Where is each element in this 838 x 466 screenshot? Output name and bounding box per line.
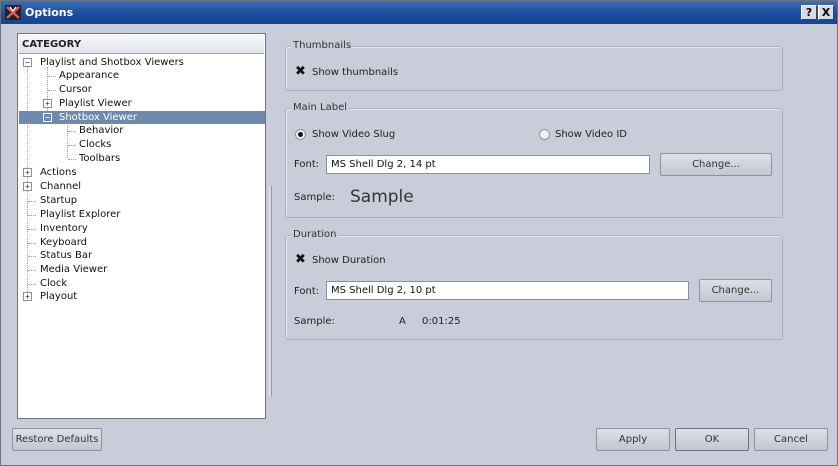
tree-item-inventory[interactable]: Inventory (40, 222, 88, 235)
tree-item-startup[interactable]: Startup (40, 194, 77, 207)
help-button[interactable]: ? (801, 5, 817, 20)
tree-item-label: Status Bar (40, 250, 93, 261)
main-sample-text: Sample (350, 187, 414, 207)
tree-item-label: Clocks (79, 139, 112, 150)
thumbnails-group-title: Thumbnails (291, 40, 354, 51)
tree-item-label: Actions (40, 167, 77, 178)
duration-sample-a: A (399, 316, 406, 327)
main-font-label: Font: (294, 159, 320, 170)
tree-item-shotbox-viewer[interactable]: − Shotbox Viewer (19, 111, 265, 124)
close-button[interactable]: X (818, 5, 834, 20)
window-title: Options (25, 6, 74, 19)
tree-item-label: Playlist Viewer (59, 98, 132, 109)
main-sample-label: Sample: (294, 192, 335, 203)
duration-font-field[interactable]: MS Shell Dlg 2, 10 pt (326, 281, 689, 300)
restore-defaults-button[interactable]: Restore Defaults (12, 428, 102, 451)
tree-connector (67, 122, 68, 158)
collapse-icon[interactable]: − (43, 113, 52, 122)
title-bar: Options ? X (1, 1, 837, 24)
tree-item-label: Behavior (79, 125, 124, 136)
tree-item-label: Appearance (59, 70, 120, 81)
tree-item-keyboard[interactable]: Keyboard (40, 236, 87, 249)
main-label-group-title: Main Label (291, 102, 350, 113)
expand-icon[interactable]: + (23, 182, 32, 191)
tree-item-label: Toolbars (79, 153, 121, 164)
options-dialog: Options ? X CATEGORY − Playlist and Shot… (0, 0, 838, 466)
tree-item-label: Startup (40, 195, 78, 206)
show-video-slug-label[interactable]: Show Video Slug (312, 129, 395, 140)
tree-item-label: Shotbox Viewer (59, 112, 137, 123)
tree-item-label: Inventory (40, 223, 88, 234)
tree-item-clock[interactable]: Clock (40, 277, 67, 290)
check-icon[interactable]: ✖ (295, 253, 307, 266)
expand-icon[interactable]: + (43, 99, 52, 108)
ok-button[interactable]: OK (675, 428, 749, 451)
panel-splitter[interactable] (269, 186, 272, 396)
duration-sample-time: 0:01:25 (422, 316, 461, 327)
tree-item-label: Cursor (59, 84, 92, 95)
tree-item-label: Channel (40, 181, 82, 192)
tree-item-media-viewer[interactable]: Media Viewer (40, 263, 107, 276)
main-font-change-button[interactable]: Change... (660, 153, 772, 176)
tree-item-label: Playlist Explorer (40, 209, 121, 220)
main-font-field[interactable]: MS Shell Dlg 2, 14 pt (326, 155, 650, 174)
check-icon[interactable]: ✖ (295, 65, 307, 78)
tree-item-playlist-explorer[interactable]: Playlist Explorer (40, 208, 120, 221)
duration-font-label: Font: (294, 286, 320, 297)
tree-item-label: Media Viewer (40, 264, 108, 275)
tree-connector (47, 67, 48, 117)
category-tree[interactable]: CATEGORY − Playlist and Shotbox Viewers … (17, 33, 266, 419)
cancel-button[interactable]: Cancel (754, 428, 828, 451)
category-header: CATEGORY (19, 35, 264, 54)
tree-item-label: Playout (40, 291, 78, 302)
app-logo-icon (5, 5, 21, 20)
tree-item-behavior[interactable]: Behavior (79, 124, 123, 137)
show-video-id-label[interactable]: Show Video ID (555, 129, 627, 140)
expand-icon[interactable]: + (23, 292, 32, 301)
tree-item-clocks[interactable]: Clocks (79, 138, 111, 151)
expand-icon[interactable]: + (23, 168, 32, 177)
apply-button[interactable]: Apply (596, 428, 670, 451)
tree-item-label: Keyboard (40, 237, 88, 248)
duration-group-title: Duration (291, 229, 339, 240)
collapse-icon[interactable]: − (23, 58, 32, 67)
show-video-id-radio[interactable] (539, 129, 550, 140)
show-thumbnails-label[interactable]: Show thumbnails (312, 67, 398, 78)
tree-item-status-bar[interactable]: Status Bar (40, 249, 92, 262)
tree-item-appearance[interactable]: Appearance (59, 69, 119, 82)
tree-item-cursor[interactable]: Cursor (59, 83, 92, 96)
tree-item-toolbars[interactable]: Toolbars (79, 152, 120, 165)
tree-item-label: Playlist and Shotbox Viewers (40, 57, 184, 68)
show-duration-label[interactable]: Show Duration (312, 255, 386, 266)
tree-item-label: Clock (40, 278, 68, 289)
duration-font-change-button[interactable]: Change... (699, 279, 772, 302)
duration-sample-label: Sample: (294, 316, 335, 327)
show-video-slug-radio[interactable] (295, 129, 306, 140)
tree-connector (27, 64, 28, 296)
